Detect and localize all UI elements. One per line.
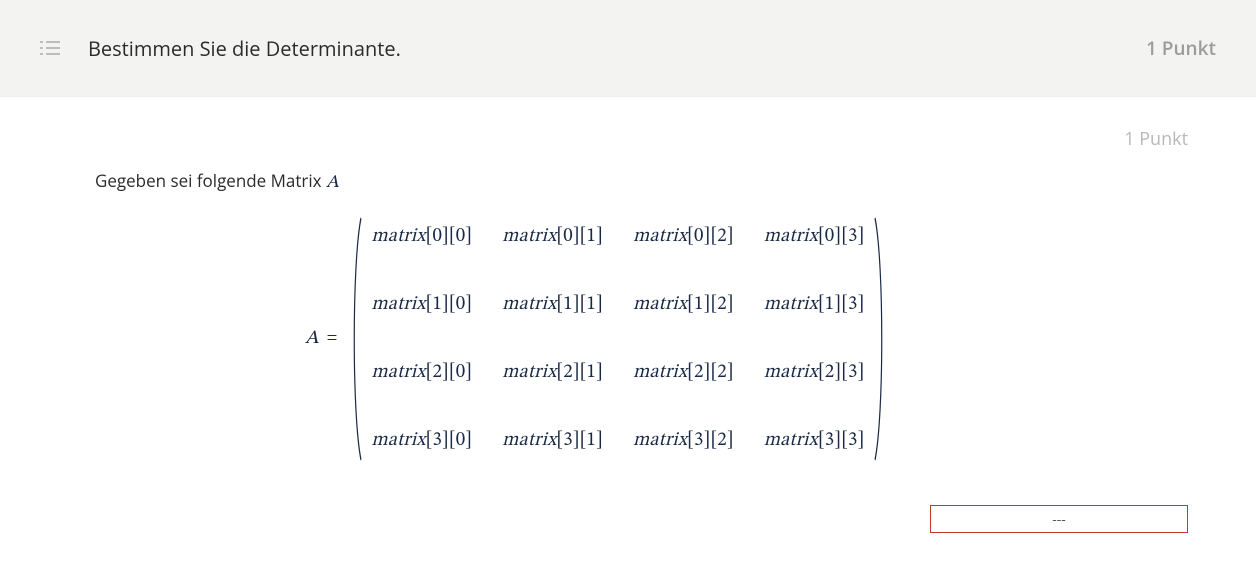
- points-label-top: 1 Punkt: [1146, 35, 1216, 61]
- question-header: Bestimmen Sie die Determinante. 1 Punkt: [0, 0, 1256, 97]
- matrix-cell: matrix[3][1]: [502, 429, 603, 453]
- matrix-cell: matrix[0][1]: [502, 225, 603, 249]
- matrix-cell: matrix[1][1]: [502, 293, 603, 317]
- list-icon[interactable]: [40, 40, 60, 56]
- matrix-cell: matrix[0][3]: [764, 225, 865, 249]
- matrix-display: matrix[0][0] matrix[0][1] matrix[0][2] matr…: [349, 213, 886, 465]
- right-paren-icon: [873, 213, 887, 465]
- matrix-cell: matrix[2][3]: [764, 361, 865, 385]
- equation-equals: =: [327, 328, 338, 350]
- matrix-cell: matrix[2][2]: [633, 361, 734, 385]
- matrix-cell: matrix[3][2]: [633, 429, 734, 453]
- intro-variable: A: [326, 174, 339, 192]
- matrix-cell: matrix[0][2]: [633, 225, 734, 249]
- matrix-grid: matrix[0][0] matrix[0][1] matrix[0][2] matr…: [363, 213, 872, 465]
- matrix-cell: matrix[0][0]: [371, 225, 472, 249]
- left-paren-icon: [349, 213, 363, 465]
- intro-text: Gegeben sei folgende Matrix A: [95, 169, 1191, 195]
- header-left: Bestimmen Sie die Determinante.: [40, 35, 401, 62]
- matrix-cell: matrix[1][3]: [764, 293, 865, 317]
- matrix-cell: matrix[1][0]: [371, 293, 472, 317]
- intro-prefix: Gegeben sei folgende Matrix: [95, 169, 326, 192]
- matrix-cell: matrix[2][0]: [371, 361, 472, 385]
- equation-lhs: A: [305, 327, 319, 351]
- answer-row: [95, 505, 1191, 533]
- matrix-cell: matrix[2][1]: [502, 361, 603, 385]
- points-label-sub: 1 Punkt: [95, 127, 1191, 151]
- matrix-equation: A = matrix[0][0] matrix[0][1] matrix[0][2]…: [95, 213, 1191, 465]
- matrix-cell: matrix[3][3]: [764, 429, 865, 453]
- answer-input[interactable]: [930, 505, 1188, 533]
- matrix-cell: matrix[1][2]: [633, 293, 734, 317]
- matrix-cell: matrix[3][0]: [371, 429, 472, 453]
- question-title: Bestimmen Sie die Determinante.: [88, 35, 401, 62]
- question-body: 1 Punkt Gegeben sei folgende Matrix A A …: [0, 97, 1256, 533]
